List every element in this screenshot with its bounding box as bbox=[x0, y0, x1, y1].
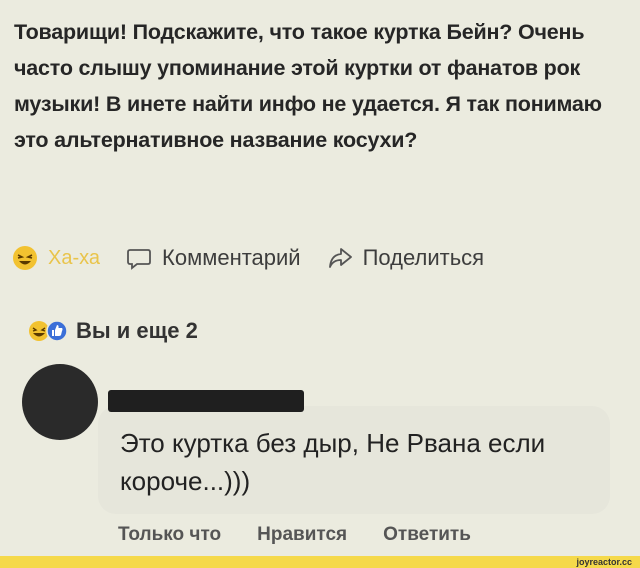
redacted-author-name[interactable] bbox=[108, 390, 304, 412]
comment-bubble-icon bbox=[126, 245, 152, 271]
comment-meta: Только что Нравится Ответить bbox=[118, 524, 507, 554]
post-actions-bar: Ха-ха Комментарий Поделиться bbox=[12, 238, 632, 278]
reactions-text: Вы и еще 2 bbox=[76, 318, 198, 343]
watermark-bar bbox=[0, 556, 640, 568]
share-label: Поделиться bbox=[362, 245, 485, 270]
watermark-text: joyreactor.cc bbox=[576, 557, 632, 567]
comment-text: Это куртка без дыр, Не Рвана если короче… bbox=[120, 428, 546, 496]
comment-reply-button[interactable]: Ответить bbox=[383, 524, 471, 554]
comment-timestamp: Только что bbox=[118, 524, 222, 545]
like-reaction-icon bbox=[46, 320, 68, 342]
reactions-summary[interactable]: Вы и еще 2 bbox=[28, 314, 198, 348]
haha-emoji-icon bbox=[12, 245, 38, 271]
share-arrow-icon bbox=[327, 245, 353, 271]
comment-label: Комментарий bbox=[162, 245, 301, 270]
haha-label: Ха-ха bbox=[48, 246, 101, 269]
commenter-avatar[interactable] bbox=[22, 364, 98, 440]
comment-button[interactable]: Комментарий bbox=[126, 245, 301, 271]
haha-button[interactable]: Ха-ха bbox=[12, 245, 100, 271]
reaction-icons bbox=[28, 320, 68, 342]
share-button[interactable]: Поделиться bbox=[327, 245, 484, 271]
post-text: Товарищи! Подскажите, что такое куртка Б… bbox=[14, 20, 602, 152]
comment-like-button[interactable]: Нравится bbox=[257, 524, 347, 554]
